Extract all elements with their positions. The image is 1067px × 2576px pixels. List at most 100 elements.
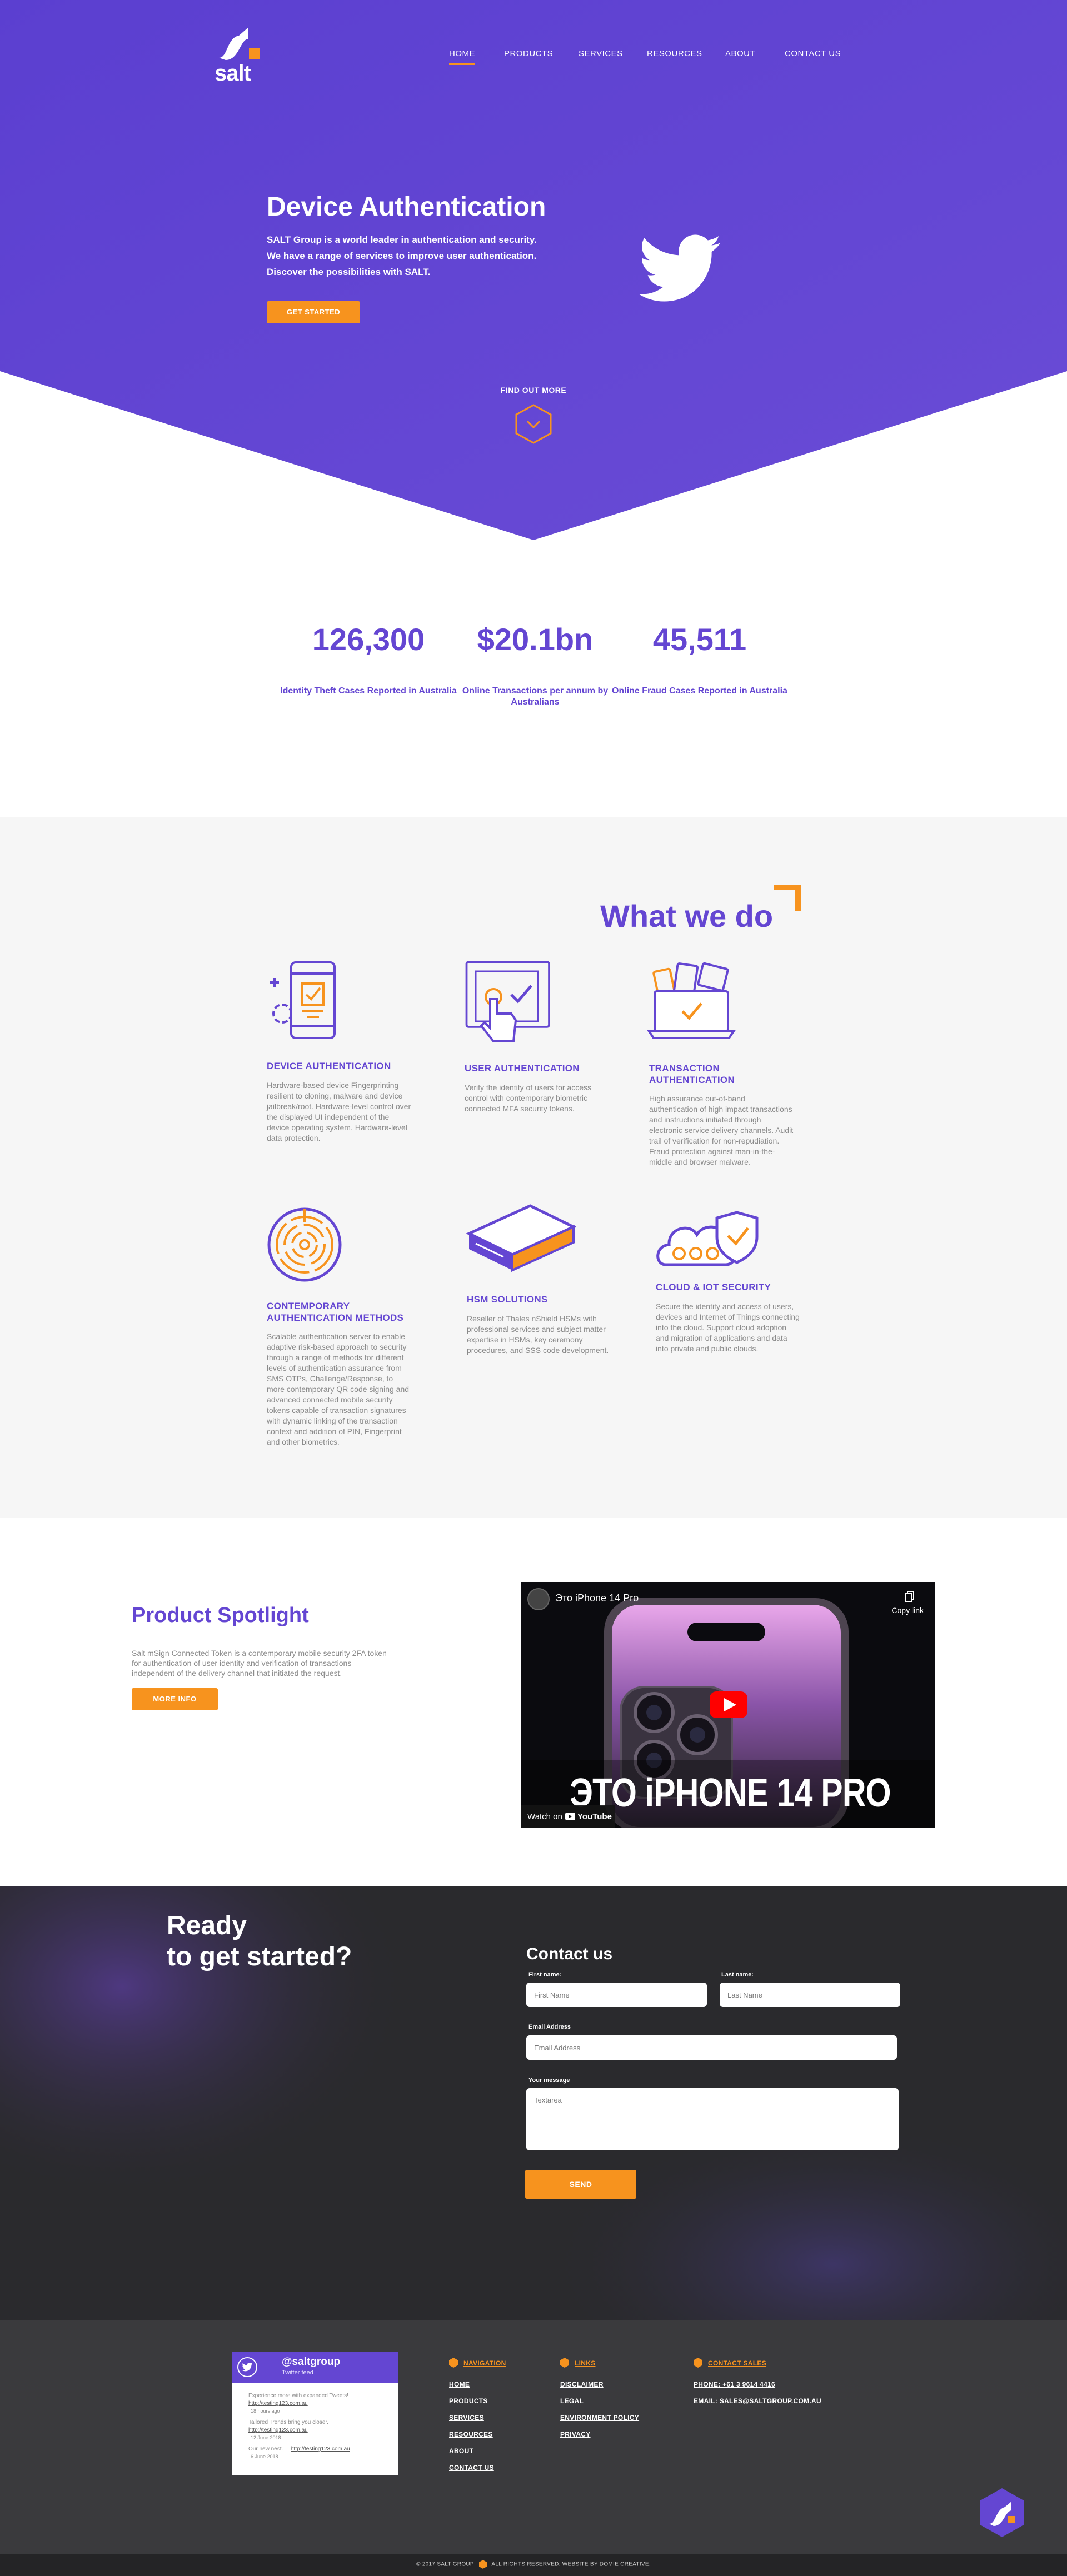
footer <box>0 2320 1067 2554</box>
service-desc-cloud-iot-security: Secure the identity and access of users,… <box>656 1302 800 1353</box>
copy-link-label[interactable]: Copy link <box>891 1606 924 1615</box>
salt-logo-text: salt <box>215 61 251 86</box>
more-info-button[interactable]: MORE INFO <box>132 1688 218 1710</box>
stat-label-online-transactions: Online Transactions per annum by Austral… <box>462 686 609 707</box>
product-spotlight-title: Product Spotlight <box>132 1604 309 1627</box>
ready-heading: Ready to get started? <box>167 1910 352 1973</box>
email-field[interactable] <box>526 2035 897 2060</box>
youtube-logo-icon <box>565 1813 575 1820</box>
hero-background <box>0 0 1067 540</box>
what-we-do-section <box>0 817 1067 1518</box>
stat-label-identity-theft: Identity Theft Cases Reported in Austral… <box>280 686 457 696</box>
salt-hex-badge-icon[interactable] <box>979 2487 1025 2538</box>
tweet-3-text: Our new nest. <box>248 2446 283 2452</box>
channel-avatar[interactable] <box>527 1588 550 1610</box>
twitter-feed-label: Twitter feed <box>282 2369 313 2376</box>
twitter-bird-icon <box>639 234 721 302</box>
footer-phone[interactable]: PHONE: +61 3 9614 4416 <box>694 2380 775 2388</box>
hero-text-line-1: SALT Group is a world leader in authenti… <box>267 234 537 245</box>
nav-products[interactable]: PRODUCTS <box>504 49 553 58</box>
message-textarea[interactable] <box>526 2088 899 2150</box>
maze-target-icon <box>267 1207 342 1282</box>
stat-value-identity-theft: 126,300 <box>312 622 425 657</box>
links-hex-icon <box>560 2358 569 2368</box>
product-spotlight-description: Salt mSign Connected Token is a contempo… <box>132 1649 387 1678</box>
footer-email[interactable]: EMAIL: SALES@SALTGROUP.COM.AU <box>694 2397 821 2405</box>
footer-link-disclaimer[interactable]: DISCLAIMER <box>560 2380 604 2388</box>
hero-section: salt HOME PRODUCTS SERVICES RESOURCES AB… <box>0 0 1067 542</box>
stat-label-online-fraud: Online Fraud Cases Reported in Australia <box>612 686 787 696</box>
footer-link-about[interactable]: ABOUT <box>449 2447 473 2455</box>
watch-on-label: Watch on <box>527 1812 562 1821</box>
twitter-logo-icon[interactable] <box>237 2357 257 2377</box>
laptop-payment-icon <box>647 962 736 1039</box>
hero-text-line-2: We have a range of services to improve u… <box>267 251 537 261</box>
footer-contact-sales-heading: CONTACT SALES <box>708 2359 767 2367</box>
service-desc-device-authentication: Hardware-based device Fingerprinting res… <box>267 1081 411 1142</box>
nav-contact-us[interactable]: CONTACT US <box>785 49 841 58</box>
copyright-text: © 2017 SALT GROUP ALL RIGHTS RESERVED. W… <box>0 2560 1067 2569</box>
youtube-video-embed[interactable]: Это iPhone 14 Pro Copy link ЭТО iPHONE 1… <box>521 1582 935 1828</box>
first-name-field[interactable] <box>526 1983 707 2007</box>
nav-resources[interactable]: RESOURCES <box>647 49 702 58</box>
hero-text-line-3: Discover the possibilities with SALT. <box>267 267 431 277</box>
footer-link-contact-us[interactable]: CONTACT US <box>449 2464 494 2472</box>
send-button[interactable]: SEND <box>525 2170 636 2199</box>
nav-home[interactable]: HOME <box>449 49 475 65</box>
copy-link-icon[interactable] <box>905 1590 915 1602</box>
youtube-label: YouTube <box>577 1812 612 1821</box>
service-title-device-authentication: DEVICE AUTHENTICATION <box>267 1061 391 1071</box>
service-desc-hsm-solutions: Reseller of Thales nShield HSMs with pro… <box>467 1314 609 1355</box>
service-title-user-authentication: USER AUTHENTICATION <box>465 1063 580 1074</box>
salt-logo[interactable]: salt <box>215 26 265 86</box>
scroll-down-hex-icon[interactable] <box>514 403 553 445</box>
service-title-transaction-authentication: TRANSACTION AUTHENTICATION <box>649 1063 735 1085</box>
footer-link-resources[interactable]: RESOURCES <box>449 2430 493 2438</box>
footer-link-products[interactable]: PRODUCTS <box>449 2397 488 2405</box>
salt-logo-mark <box>219 28 260 60</box>
youtube-play-icon <box>710 1691 747 1718</box>
nav-services[interactable]: SERVICES <box>579 49 623 58</box>
tweet-3-link[interactable]: http://testing123.com.au <box>291 2446 350 2452</box>
footer-link-legal[interactable]: LEGAL <box>560 2397 584 2405</box>
service-desc-user-authentication: Verify the identity of users for access … <box>465 1083 591 1113</box>
tweet-1-time: 18 hours ago <box>251 2408 280 2414</box>
nav-about[interactable]: ABOUT <box>725 49 755 58</box>
tweet-2-text: Tailored Trends bring you closer. <box>248 2419 328 2425</box>
touch-screen-icon <box>465 961 550 1042</box>
last-name-label: Last name: <box>721 1971 754 1978</box>
hero-title: Device Authentication <box>267 192 546 222</box>
ready-heading-line-2: to get started? <box>167 1942 352 1971</box>
footer-link-privacy[interactable]: PRIVACY <box>560 2430 591 2438</box>
service-desc-transaction-authentication: High assurance out-of-band authenticatio… <box>649 1094 794 1166</box>
last-name-field[interactable] <box>720 1983 900 2007</box>
twitter-feed-header: @saltgroup Twitter feed <box>232 2352 398 2383</box>
what-we-do-title: What we do <box>600 898 774 933</box>
find-out-more-label[interactable]: FIND OUT MORE <box>478 386 589 395</box>
service-desc-contemporary-authentication-methods: Scalable authentication server to enable… <box>267 1332 410 1446</box>
contact-sales-hex-icon <box>694 2358 702 2368</box>
twitter-bird-small-icon <box>242 2363 253 2372</box>
tweet-2-link[interactable]: http://testing123.com.au <box>248 2427 308 2433</box>
first-name-label: First name: <box>528 1971 562 1978</box>
footer-link-home[interactable]: HOME <box>449 2380 470 2388</box>
twitter-handle[interactable]: @saltgroup <box>282 2356 340 2368</box>
hsm-device-icon <box>466 1204 576 1272</box>
stat-value-online-fraud: 45,511 <box>652 622 747 657</box>
navigation-hex-icon <box>449 2358 458 2368</box>
tweet-1-link[interactable]: http://testing123.com.au <box>248 2400 308 2407</box>
message-label: Your message <box>528 2077 570 2084</box>
ready-heading-line-1: Ready <box>167 1911 247 1940</box>
tweet-2-time: 12 June 2018 <box>251 2435 281 2440</box>
get-started-button[interactable]: GET STARTED <box>267 301 360 323</box>
phone-fingerprint-icon <box>270 961 336 1039</box>
watch-on-youtube-button[interactable]: Watch on YouTube <box>521 1805 615 1828</box>
service-title-contemporary-authentication-methods: CONTEMPORARY AUTHENTICATION METHODS <box>267 1301 404 1323</box>
copyright-right: ALL RIGHTS RESERVED. WEBSITE BY DOMIE CR… <box>491 2561 651 2568</box>
footer-link-services[interactable]: SERVICES <box>449 2414 484 2422</box>
video-title[interactable]: Это iPhone 14 Pro <box>555 1592 639 1604</box>
contact-us-title: Contact us <box>526 1945 613 1963</box>
footer-links-heading: LINKS <box>575 2359 596 2367</box>
footer-link-environment-policy[interactable]: ENVIRONMENT POLICY <box>560 2414 639 2422</box>
video-overlay-text: ЭТО iPHONE 14 PRO <box>570 1771 891 1815</box>
